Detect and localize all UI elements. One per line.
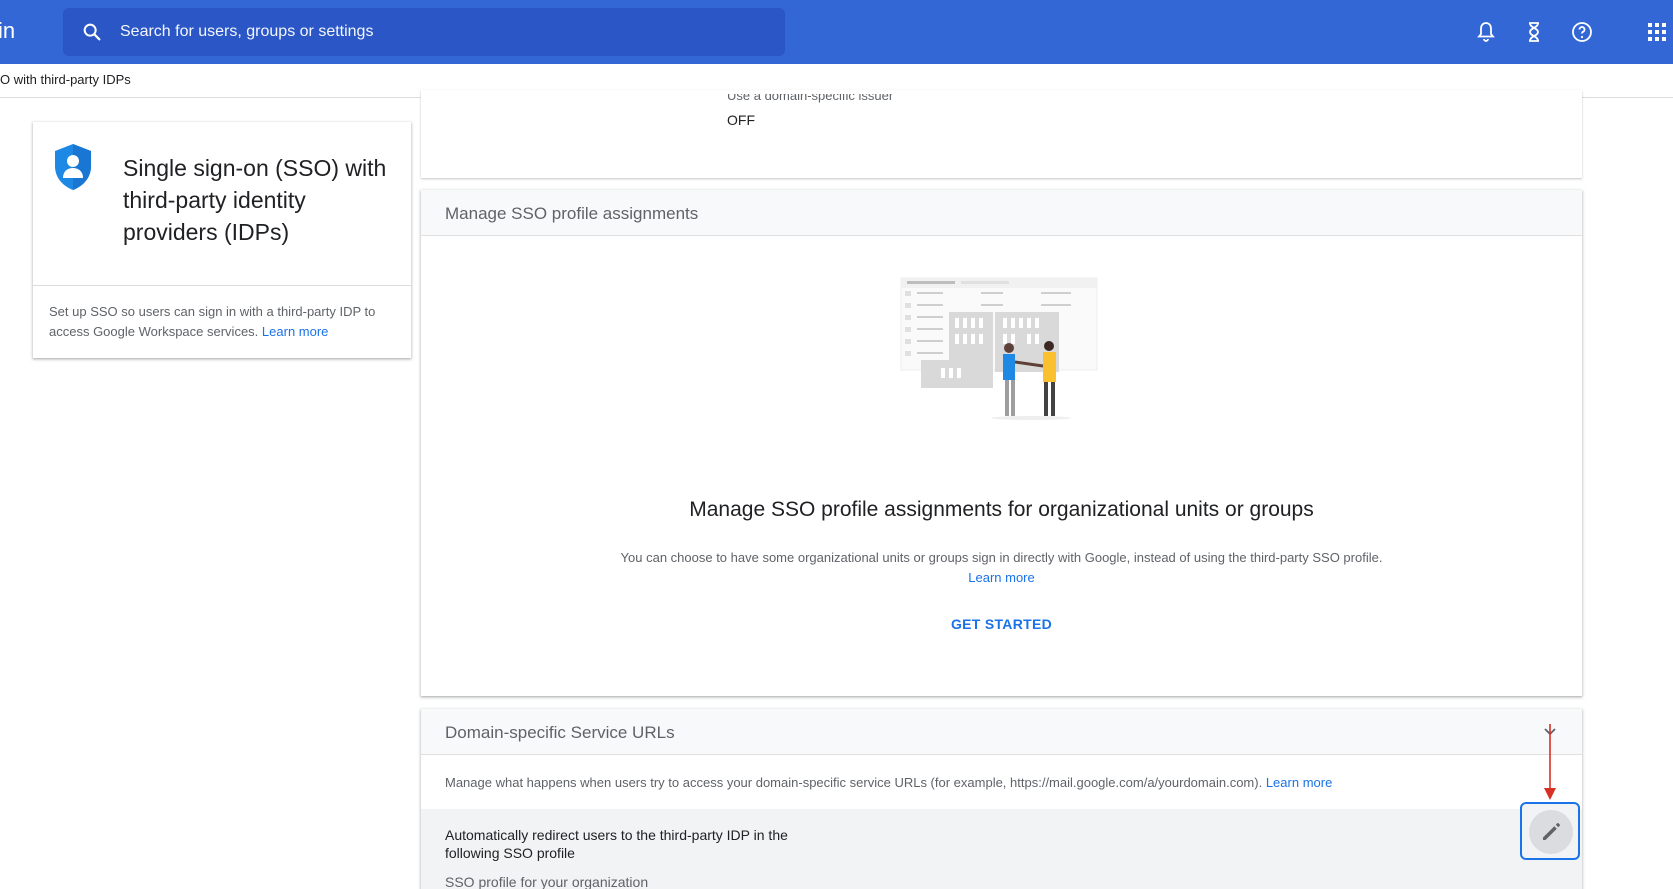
domain-urls-description: Manage what happens when users try to ac… xyxy=(445,775,1332,790)
card-divider xyxy=(33,285,411,286)
redirect-setting-value: SSO profile for your organization xyxy=(445,874,649,889)
help-icon[interactable] xyxy=(1570,20,1594,44)
issuer-value: OFF xyxy=(727,112,755,128)
sso-assignment-illustration xyxy=(900,277,1098,420)
card-description: Set up SSO so users can sign in with a t… xyxy=(49,302,399,342)
manage-sso-header-title: Manage SSO profile assignments xyxy=(445,204,699,223)
domain-urls-description-text: Manage what happens when users try to ac… xyxy=(445,775,1263,790)
manage-sso-title: Manage SSO profile assignments for organ… xyxy=(689,498,1314,521)
card-title: Single sign-on (SSO) with third-party id… xyxy=(123,155,387,245)
shield-person-icon xyxy=(55,144,91,190)
domain-urls-header[interactable]: Domain-specific Service URLs xyxy=(421,709,1582,755)
redirect-setting-title: Automatically redirect users to the thir… xyxy=(445,827,788,861)
issuer-label: Use a domain-specific issuer xyxy=(727,88,894,103)
app-brand[interactable]: in xyxy=(0,18,15,44)
hourglass-icon[interactable] xyxy=(1522,20,1546,44)
search-icon xyxy=(83,23,101,41)
bell-icon[interactable] xyxy=(1474,20,1498,44)
manage-sso-description-text: You can choose to have some organization… xyxy=(620,550,1383,565)
pencil-icon xyxy=(1543,823,1560,840)
manage-sso-learn-more-link[interactable]: Learn more xyxy=(421,568,1582,588)
edit-redirect-button[interactable] xyxy=(1520,802,1580,860)
domain-urls-learn-more-link[interactable]: Learn more xyxy=(1266,775,1332,790)
sso-info-card: Single sign-on (SSO) with third-party id… xyxy=(33,122,411,358)
redirect-setting-row[interactable]: Automatically redirect users to the thir… xyxy=(421,809,1582,889)
annotation-arrow xyxy=(1544,724,1556,800)
issuer-panel: Use a domain-specific issuer OFF xyxy=(421,90,1582,178)
get-started-button[interactable]: GET STARTED xyxy=(421,616,1582,632)
search-bar[interactable]: Search for users, groups or settings xyxy=(63,8,785,56)
breadcrumb-current: O with third-party IDPs xyxy=(0,72,131,87)
learn-more-link[interactable]: Learn more xyxy=(262,324,328,339)
manage-sso-panel: Manage SSO profile assignments Manage SS… xyxy=(421,190,1582,696)
domain-urls-header-title: Domain-specific Service URLs xyxy=(445,723,675,742)
apps-grid-icon[interactable] xyxy=(1645,20,1669,44)
search-input[interactable]: Search for users, groups or settings xyxy=(120,23,373,41)
manage-sso-description: You can choose to have some organization… xyxy=(421,548,1582,588)
domain-urls-panel: Domain-specific Service URLs Manage what… xyxy=(421,709,1582,889)
manage-sso-header: Manage SSO profile assignments xyxy=(421,190,1582,236)
top-app-bar: in Search for users, groups or settings xyxy=(0,0,1673,64)
